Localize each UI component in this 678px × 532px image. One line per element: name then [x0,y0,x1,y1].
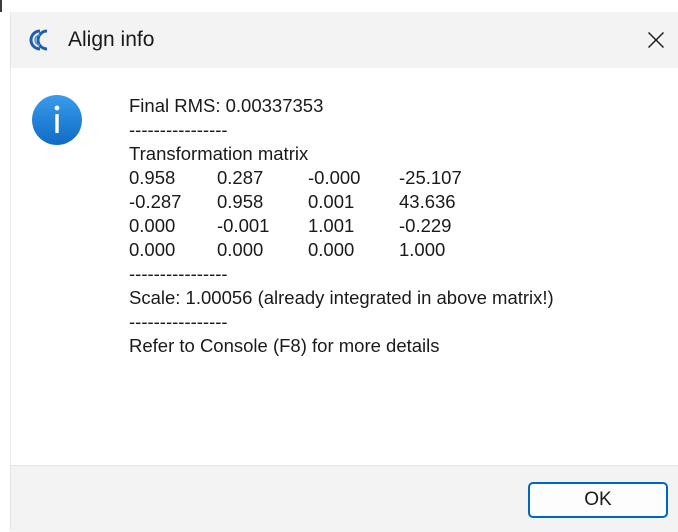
matrix-cell: 0.000 [217,239,264,260]
matrix-cell: 1.000 [399,239,446,260]
matrix-cell: -25.107 [399,167,462,188]
final-rms-text: Final RMS: 0.00337353 [129,95,324,116]
matrix-row: 0.000 -0.001 1.001 -0.229 [129,214,554,238]
title-bar[interactable]: Align info [11,12,678,68]
matrix-cell: 0.958 [217,191,264,212]
matrix-row: 0.958 0.287 -0.000 -25.107 [129,166,554,190]
matrix-cell: -0.001 [217,215,270,236]
matrix-cell: 0.958 [129,167,176,188]
close-button[interactable] [633,12,678,68]
matrix-cell: 1.001 [308,215,355,236]
matrix-cell: 0.000 [129,215,176,236]
message-body: Final RMS: 0.00337353 ---------------- T… [129,94,554,358]
matrix-cell: -0.287 [129,191,182,212]
matrix-cell: 0.000 [129,239,176,260]
info-icon [32,95,82,145]
matrix-cell: 0.001 [308,191,355,212]
console-note-text: Refer to Console (F8) for more details [129,335,440,356]
matrix-cell: 43.636 [399,191,456,212]
matrix-row: 0.000 0.000 0.000 1.000 [129,238,554,262]
window-edge-mark [0,0,2,12]
align-info-dialog: Align info Final RMS: 0.00337353 -------… [10,12,678,532]
separator-line: ---------------- [129,311,228,332]
separator-line: ---------------- [129,263,228,284]
close-icon [648,32,664,48]
button-bar: OK [11,465,678,532]
scale-text: Scale: 1.00056 (already integrated in ab… [129,287,554,308]
matrix-row: -0.287 0.958 0.001 43.636 [129,190,554,214]
ok-button[interactable]: OK [528,482,668,518]
matrix-cell: 0.000 [308,239,355,260]
matrix-cell: 0.287 [217,167,264,188]
separator-line: ---------------- [129,119,228,140]
matrix-cell: -0.000 [308,167,361,188]
window-title: Align info [68,28,155,51]
cloudcompare-logo-icon [29,29,48,51]
matrix-heading: Transformation matrix [129,143,309,164]
matrix-cell: -0.229 [399,215,452,236]
